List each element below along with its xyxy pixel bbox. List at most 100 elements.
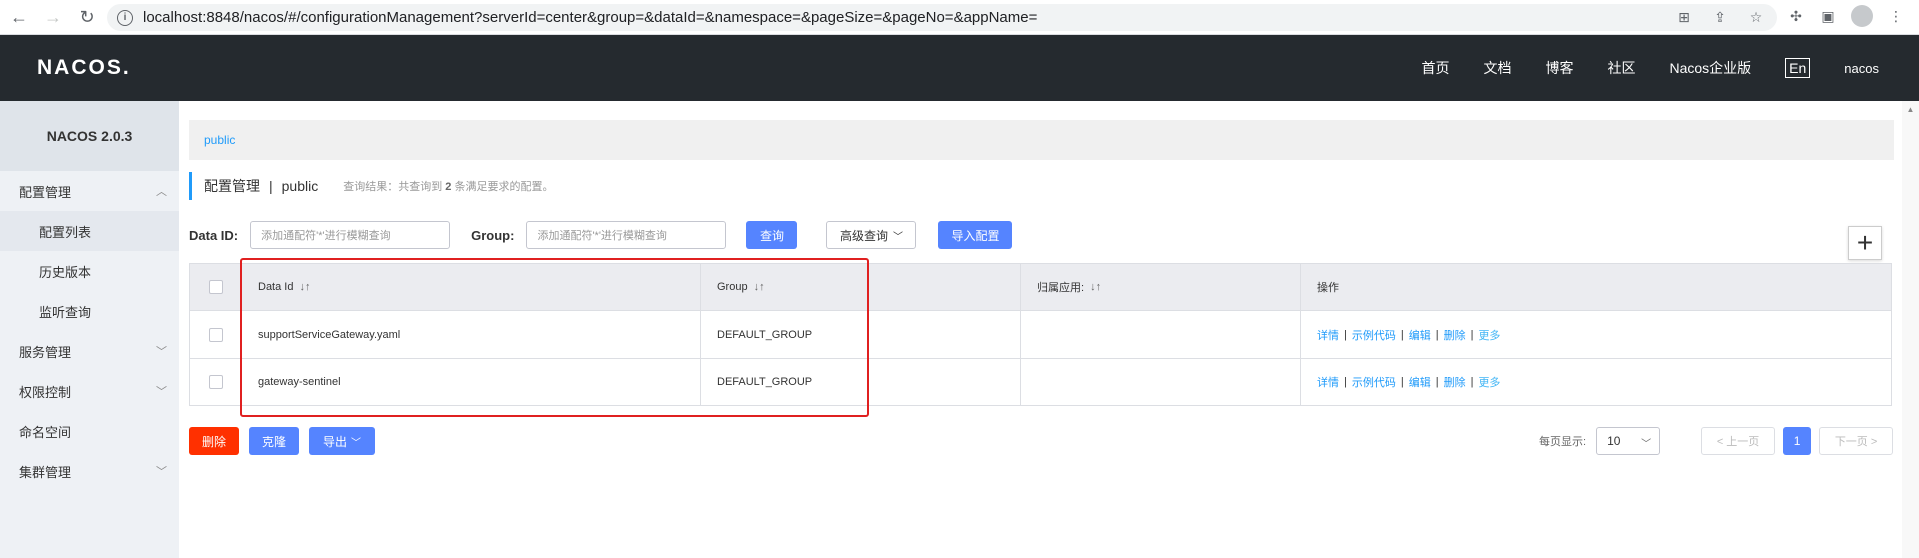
extensions-icon[interactable]: ✣ (1787, 7, 1805, 25)
hint-count: 2 (445, 181, 452, 193)
sort-icon[interactable]: ↓↑ (1090, 281, 1101, 293)
sidebar-item-service-management[interactable]: 服务管理 ﹀ (0, 331, 179, 371)
op-sample-code-link[interactable]: 示例代码 (1352, 374, 1396, 390)
col-header-dataid[interactable]: Data Id ↓↑ (242, 264, 701, 310)
op-separator: | (1400, 328, 1404, 341)
op-delete-link[interactable]: 删除 (1444, 374, 1466, 390)
profile-avatar[interactable] (1851, 5, 1873, 27)
add-config-button[interactable]: + (1848, 226, 1882, 260)
prev-page-button[interactable]: < 上一页 (1701, 427, 1776, 455)
namespace-bar: public (189, 120, 1894, 160)
top-nav: 首页 文档 博客 社区 Nacos企业版 En nacos (1387, 35, 1879, 101)
table-row: supportServiceGateway.yaml DEFAULT_GROUP… (190, 311, 1891, 359)
op-more-link[interactable]: 更多 (1478, 327, 1500, 343)
sidebar-item-label: 配置管理 (19, 184, 72, 200)
col-header-label: Group (717, 281, 748, 293)
sidebar-item-cluster-management[interactable]: 集群管理 ﹀ (0, 451, 179, 491)
language-toggle[interactable]: En (1785, 58, 1811, 78)
sidebar-item-label: 服务管理 (19, 344, 72, 360)
export-button[interactable]: 导出 ﹀ (309, 427, 375, 455)
op-detail-link[interactable]: 详情 (1317, 327, 1339, 343)
op-delete-link[interactable]: 删除 (1444, 327, 1466, 343)
op-separator: | (1400, 376, 1404, 388)
sidebar-item-label: 配置列表 (39, 224, 92, 240)
title-separator: | (269, 178, 273, 194)
next-page-button[interactable]: 下一页 > (1819, 427, 1894, 455)
nav-enterprise[interactable]: Nacos企业版 (1669, 58, 1751, 78)
sidebar-item-listener-query[interactable]: 监听查询 (0, 291, 179, 331)
group-input[interactable]: 添加通配符'*'进行模糊查询 (526, 221, 727, 249)
op-more-link[interactable]: 更多 (1478, 374, 1500, 390)
page-title: 配置管理 | public 查询结果：共查询到 2 条满足要求的配置。 (189, 172, 553, 200)
col-header-app[interactable]: 归属应用: ↓↑ (1021, 264, 1301, 310)
reload-icon[interactable]: ↻ (72, 2, 102, 32)
sidebar-item-config-list[interactable]: 配置列表 (0, 211, 179, 251)
sidebar-item-history[interactable]: 历史版本 (0, 251, 179, 291)
dataid-input[interactable]: 添加通配符'*'进行模糊查询 (250, 221, 451, 249)
side-panel-icon[interactable]: ▣ (1819, 7, 1837, 25)
sidebar-item-access-control[interactable]: 权限控制 ﹀ (0, 371, 179, 411)
sidebar-item-namespace[interactable]: 命名空间 (0, 411, 179, 451)
col-header-group[interactable]: Group ↓↑ (701, 264, 1021, 310)
op-edit-link[interactable]: 编辑 (1409, 327, 1431, 343)
nacos-logo[interactable]: NACOS. (37, 56, 131, 80)
user-name[interactable]: nacos (1844, 61, 1879, 76)
op-sample-code-link[interactable]: 示例代码 (1352, 327, 1396, 343)
op-edit-link[interactable]: 编辑 (1409, 374, 1431, 390)
col-header-operations: 操作 (1301, 264, 1891, 310)
back-icon[interactable]: ← (4, 2, 34, 32)
cell-group: DEFAULT_GROUP (701, 311, 1021, 358)
advanced-query-button[interactable]: 高级查询 ﹀ (826, 221, 917, 249)
advanced-query-label: 高级查询 (839, 228, 888, 243)
cell-operations: 详情 | 示例代码 | 编辑 | 删除 | 更多 (1301, 359, 1891, 405)
chevron-up-icon: ︿ (156, 186, 167, 198)
page-number-1[interactable]: 1 (1783, 427, 1812, 455)
nav-docs[interactable]: 文档 (1483, 58, 1511, 78)
chevron-down-icon: ﹀ (156, 346, 167, 358)
cell-operations: 详情 | 示例代码 | 编辑 | 删除 | 更多 (1301, 311, 1891, 358)
chevron-down-icon: ﹀ (351, 437, 361, 449)
op-separator: | (1344, 328, 1347, 341)
hint-prefix: 查询结果：共查询到 (343, 181, 443, 193)
scroll-up-icon[interactable]: ▲ (1902, 105, 1919, 114)
page-title-text: 配置管理 (204, 178, 260, 194)
namespace-link-public[interactable]: public (204, 133, 235, 147)
chevron-down-icon: ﹀ (156, 386, 167, 398)
query-button[interactable]: 查询 (746, 221, 798, 249)
batch-delete-button[interactable]: 删除 (189, 427, 239, 455)
vertical-scrollbar[interactable]: ▲ (1902, 101, 1919, 558)
sidebar-item-label: 权限控制 (19, 384, 72, 400)
sidebar-item-config-management[interactable]: 配置管理 ︿ (0, 171, 179, 211)
nav-community[interactable]: 社区 (1607, 58, 1635, 78)
menu-kebab-icon[interactable]: ⋮ (1887, 7, 1905, 25)
sort-icon[interactable]: ↓↑ (754, 281, 765, 293)
pagination: 每页显示: 10 ﹀ < 上一页 1 下一页 > (1539, 427, 1894, 455)
op-separator: | (1435, 376, 1439, 388)
table-row: gateway-sentinel DEFAULT_GROUP 详情 | 示例代码… (190, 359, 1891, 405)
op-detail-link[interactable]: 详情 (1317, 374, 1339, 390)
translate-icon[interactable]: ⊞ (1675, 8, 1693, 26)
op-separator: | (1470, 376, 1474, 388)
sort-icon[interactable]: ↓↑ (299, 281, 310, 293)
site-info-icon[interactable]: i (117, 9, 133, 26)
row-checkbox[interactable] (209, 327, 223, 342)
select-all-checkbox[interactable] (209, 280, 223, 294)
group-label: Group: (471, 227, 515, 243)
url-text[interactable]: localhost:8848/nacos/#/configurationMana… (143, 9, 1037, 26)
page-size-select[interactable]: 10 ﹀ (1596, 427, 1661, 455)
col-header-label: 归属应用: (1037, 282, 1085, 294)
table-header-row: Data Id ↓↑ Group ↓↑ 归属应用: ↓↑ 操作 (190, 264, 1891, 311)
cell-dataid: supportServiceGateway.yaml (242, 311, 701, 358)
clone-button[interactable]: 克隆 (249, 427, 299, 455)
sidebar-item-label: 命名空间 (19, 424, 72, 440)
query-result-hint: 查询结果：共查询到 2 条满足要求的配置。 (343, 178, 553, 194)
address-bar[interactable]: i localhost:8848/nacos/#/configurationMa… (107, 4, 1777, 31)
share-icon[interactable]: ⇪ (1711, 8, 1729, 26)
row-checkbox[interactable] (209, 375, 223, 389)
nav-home[interactable]: 首页 (1421, 58, 1449, 78)
forward-icon[interactable]: → (38, 2, 68, 32)
bookmark-star-icon[interactable]: ☆ (1747, 8, 1765, 26)
import-config-button[interactable]: 导入配置 (938, 221, 1013, 249)
batch-actions: 删除 克隆 导出 ﹀ (189, 427, 375, 455)
nav-blog[interactable]: 博客 (1545, 58, 1573, 78)
